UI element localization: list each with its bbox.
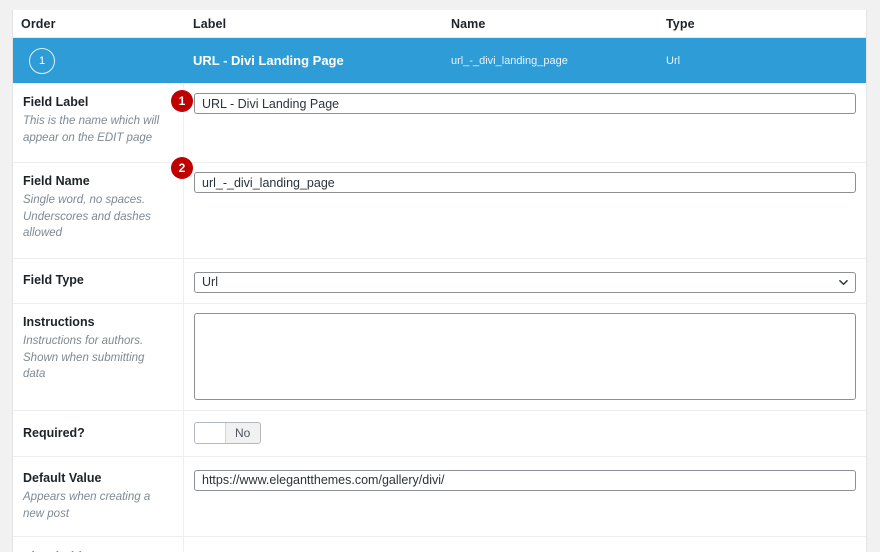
setting-control-field-type: Url	[184, 259, 866, 303]
field-settings-panel: Order Label Name Type 1 URL - Divi Landi…	[12, 10, 867, 552]
required-toggle-knob[interactable]	[195, 423, 226, 443]
setting-row-field-label: Field Label This is the name which will …	[13, 83, 866, 162]
field-row-name: url_-_divi_landing_page	[451, 55, 666, 67]
setting-label-required: Required?	[13, 411, 184, 456]
field-order-cell: 1	[21, 48, 193, 74]
setting-control-default-value	[184, 457, 866, 536]
setting-control-required: No	[184, 411, 866, 456]
setting-label-field-label: Field Label This is the name which will …	[13, 84, 184, 162]
setting-title: Field Name	[23, 173, 169, 190]
setting-control-field-name	[184, 163, 866, 258]
setting-description: Appears when creating a new post	[23, 489, 169, 522]
setting-title: Field Type	[23, 272, 169, 289]
setting-row-default-value: Default Value Appears when creating a ne…	[13, 456, 866, 536]
setting-description: Single word, no spaces. Underscores and …	[23, 192, 169, 242]
setting-label-default-value: Default Value Appears when creating a ne…	[13, 457, 184, 536]
field-row-label[interactable]: URL - Divi Landing Page	[193, 53, 451, 68]
column-header-order: Order	[21, 17, 193, 31]
setting-label-field-type: Field Type	[13, 259, 184, 303]
acf-field-editor-screen: Order Label Name Type 1 URL - Divi Landi…	[0, 0, 880, 552]
setting-row-instructions: Instructions Instructions for authors. S…	[13, 303, 866, 410]
column-header-type: Type	[666, 17, 866, 31]
setting-label-field-name: Field Name Single word, no spaces. Under…	[13, 163, 184, 258]
setting-title: Default Value	[23, 470, 169, 487]
annotation-badge-1: 1	[171, 90, 193, 112]
setting-title: Instructions	[23, 314, 169, 331]
setting-control-instructions	[184, 304, 866, 410]
default-value-input[interactable]	[194, 470, 856, 491]
field-order-badge[interactable]: 1	[29, 48, 55, 74]
required-toggle-label: No	[226, 423, 260, 443]
field-name-input[interactable]	[194, 172, 856, 193]
field-type-select[interactable]: Url	[194, 272, 856, 293]
column-header-label: Label	[193, 17, 451, 31]
annotation-badge-2: 2	[171, 157, 193, 179]
field-type-select-wrapper: Url	[194, 272, 856, 293]
fields-table-header: Order Label Name Type	[13, 10, 866, 38]
setting-control-field-label	[184, 84, 866, 162]
field-label-input[interactable]	[194, 93, 856, 114]
column-header-name: Name	[451, 17, 666, 31]
field-row-type: Url	[666, 55, 866, 67]
setting-label-instructions: Instructions Instructions for authors. S…	[13, 304, 184, 410]
setting-title: Required?	[23, 425, 169, 442]
required-toggle[interactable]: No	[194, 422, 261, 444]
setting-description: Instructions for authors. Shown when sub…	[23, 333, 169, 383]
field-row-selected[interactable]: 1 URL - Divi Landing Page url_-_divi_lan…	[13, 38, 866, 83]
setting-description: This is the name which will appear on th…	[23, 113, 169, 146]
setting-row-required: Required? No	[13, 410, 866, 456]
setting-control-placeholder-text	[184, 537, 866, 552]
setting-row-field-type: Field Type Url	[13, 258, 866, 303]
setting-row-placeholder-text: Placeholder Text Appears within the inpu…	[13, 536, 866, 552]
setting-title: Field Label	[23, 94, 169, 111]
instructions-textarea[interactable]	[194, 313, 856, 400]
setting-label-placeholder-text: Placeholder Text Appears within the inpu…	[13, 537, 184, 552]
setting-row-field-name: Field Name Single word, no spaces. Under…	[13, 162, 866, 258]
